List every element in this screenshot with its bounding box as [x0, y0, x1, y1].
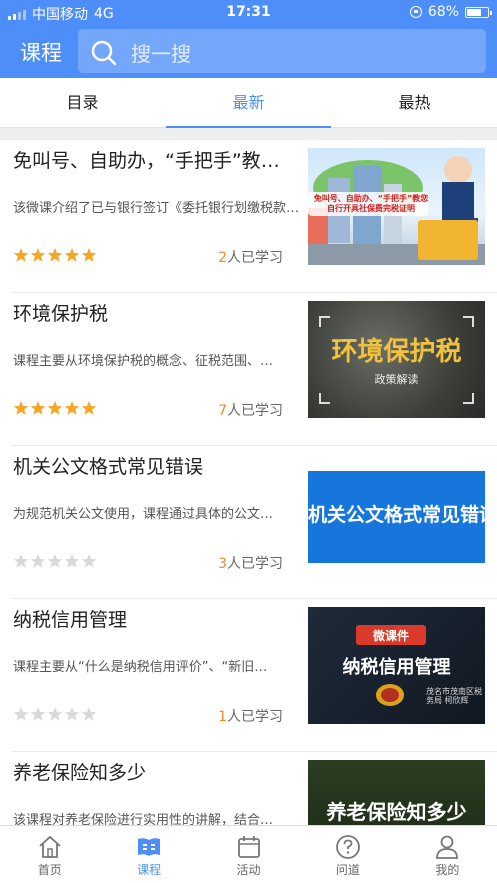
course-list[interactable]: 免叫号、自助办，“手把手”教您网上申报… 该微课介绍了已与银行签订《委托银行划缴… — [0, 140, 497, 825]
course-title: 环境保护税 — [13, 303, 109, 325]
app-header: 课程 搜一搜 — [0, 26, 497, 78]
course-title: 免叫号、自助办，“手把手”教您网上申报… — [13, 150, 298, 172]
page-title: 课程 — [20, 41, 62, 65]
learner-count-number: 7 — [218, 403, 227, 419]
course-book-icon — [138, 838, 161, 856]
nav-course[interactable]: 课程 — [99, 826, 198, 883]
star-icon — [81, 248, 97, 262]
user-icon — [436, 835, 459, 859]
nav-questions[interactable]: 问道 — [298, 826, 397, 883]
course-title: 纳税信用管理 — [13, 609, 128, 631]
course-title: 养老保险知多少 — [13, 762, 147, 784]
learner-count-suffix: 人已学习 — [227, 709, 283, 725]
course-description: 课程主要从环境保护税的概念、征税范围、… — [13, 354, 274, 369]
course-thumbnail[interactable]: 免叫号、自助办、“手把手”教您自行开具社保费完税证明 — [308, 148, 485, 265]
learner-count: 7人已学习 — [190, 400, 283, 420]
star-icon — [47, 401, 63, 415]
course-description: 课程主要从“什么是纳税信用评价”、“新旧… — [13, 660, 268, 675]
question-icon — [336, 835, 360, 859]
learner-count: 2人已学习 — [190, 247, 283, 267]
star-icon — [30, 248, 46, 262]
search-bar[interactable]: 搜一搜 — [78, 29, 486, 73]
course-thumbnail[interactable]: 微课件 纳税信用管理 茂名市茂南区税务局 柯欣辉 — [308, 607, 485, 724]
thumbnail-caption: 免叫号、自助办、“手把手”教您自行开具社保费完税证明 — [313, 194, 429, 213]
rating-stars — [13, 553, 97, 569]
star-icon — [13, 248, 29, 262]
tab-catalog[interactable]: 目录 — [0, 78, 165, 127]
battery-icon — [465, 6, 492, 18]
star-icon — [30, 554, 46, 568]
star-icon — [47, 248, 63, 262]
nav-questions-label: 问道 — [335, 863, 360, 877]
course-item[interactable]: 环境保护税 课程主要从环境保护税的概念、征税范围、… 7人已学习 环境保护税 政… — [0, 293, 497, 446]
star-icon — [81, 554, 97, 568]
learner-count-number: 2 — [218, 250, 227, 266]
course-thumbnail[interactable]: 养老保险知多少 — [308, 760, 485, 825]
course-title: 机关公文格式常见错误 — [13, 456, 204, 478]
course-thumbnail[interactable]: 机关公文格式常见错误 — [308, 454, 485, 571]
nav-home-label: 首页 — [37, 863, 62, 877]
star-icon — [13, 707, 29, 721]
learner-count-number: 3 — [218, 556, 227, 572]
calendar-icon — [237, 836, 260, 858]
star-icon — [30, 401, 46, 415]
thumbnail-caption: 养老保险知多少 — [326, 800, 467, 824]
star-icon — [13, 554, 29, 568]
star-icon — [64, 248, 80, 262]
course-thumbnail[interactable]: 环境保护税 政策解读 — [308, 301, 485, 418]
status-right: 68% — [409, 4, 492, 20]
star-icon — [64, 707, 80, 721]
learner-count: 3人已学习 — [190, 553, 283, 573]
tax-emblem-icon — [376, 684, 404, 706]
learner-count: 1人已学习 — [190, 706, 283, 726]
star-icon — [81, 707, 97, 721]
rating-stars — [13, 247, 97, 263]
course-description: 为规范机关公文使用，课程通过具体的公文… — [13, 507, 274, 522]
star-icon — [47, 554, 63, 568]
tab-latest[interactable]: 最新 — [166, 78, 331, 128]
nav-activity[interactable]: 活动 — [199, 826, 298, 883]
learner-count-suffix: 人已学习 — [227, 250, 283, 266]
course-item[interactable]: 免叫号、自助办，“手把手”教您网上申报… 该微课介绍了已与银行签订《委托银行划缴… — [0, 140, 497, 293]
thumbnail-caption: 环境保护税 — [331, 337, 462, 367]
course-description: 该课程对养老保险进行实用性的讲解，结合… — [13, 813, 274, 825]
rotation-lock-icon — [409, 6, 422, 18]
star-icon — [30, 707, 46, 721]
bottom-nav: 首页 课程 活动 问道 我的 — [0, 825, 497, 883]
nav-mine[interactable]: 我的 — [398, 826, 497, 883]
learner-count-number: 1 — [218, 709, 227, 725]
course-tabs: 目录 最新 最热 — [0, 78, 497, 128]
tabs-divider — [0, 128, 497, 140]
battery-percent: 68% — [427, 4, 459, 20]
learner-count-suffix: 人已学习 — [227, 403, 283, 419]
star-icon — [47, 707, 63, 721]
search-placeholder: 搜一搜 — [131, 42, 191, 66]
nav-home[interactable]: 首页 — [0, 826, 99, 883]
learner-count-suffix: 人已学习 — [227, 556, 283, 572]
status-bar: 中国移动 4G 17:31 68% — [0, 0, 497, 26]
nav-course-label: 课程 — [137, 863, 162, 877]
course-item[interactable]: 机关公文格式常见错误 为规范机关公文使用，课程通过具体的公文… 3人已学习 机关… — [0, 446, 497, 599]
star-icon — [64, 401, 80, 415]
nav-mine-label: 我的 — [435, 863, 460, 877]
star-icon — [13, 401, 29, 415]
nav-activity-label: 活动 — [236, 863, 261, 877]
thumbnail-caption: 机关公文格式常见错误 — [308, 504, 485, 526]
course-description: 该微课介绍了已与银行签订《委托银行划缴税款协议》… — [13, 201, 301, 216]
home-icon — [39, 835, 61, 858]
course-item[interactable]: 养老保险知多少 该课程对养老保险进行实用性的讲解，结合… 养老保险知多少 — [0, 752, 497, 825]
rating-stars — [13, 706, 97, 722]
search-icon — [91, 40, 117, 66]
thumbnail-subcaption: 茂名市茂南区税务局 柯欣辉 — [426, 687, 482, 705]
rating-stars — [13, 400, 97, 416]
thumbnail-subcaption: 政策解读 — [374, 373, 419, 386]
course-item[interactable]: 纳税信用管理 课程主要从“什么是纳税信用评价”、“新旧… 1人已学习 微课件 纳… — [0, 599, 497, 752]
star-icon — [81, 401, 97, 415]
star-icon — [64, 554, 80, 568]
tab-hottest[interactable]: 最热 — [332, 78, 497, 127]
